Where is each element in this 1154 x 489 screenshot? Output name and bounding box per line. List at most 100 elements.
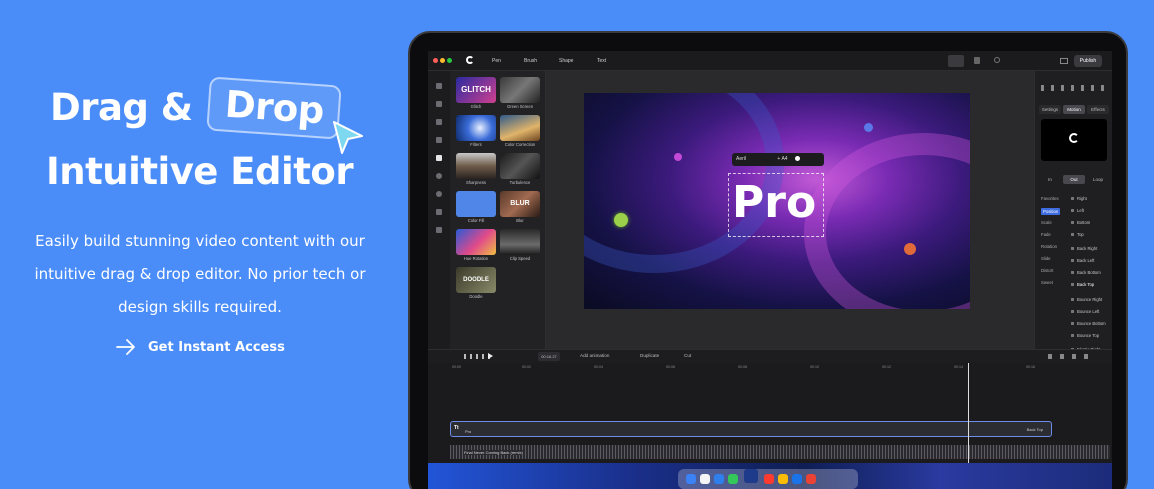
zoom-icon[interactable] — [994, 57, 1000, 63]
tab-loop[interactable]: Loop — [1087, 175, 1109, 184]
anim-bottom[interactable]: Bottom — [1071, 220, 1090, 225]
chrome-icon[interactable] — [700, 474, 710, 484]
messages-icon[interactable] — [728, 474, 738, 484]
timeline-controls: 00:16.27 Add animation Duplicate Cut — [428, 349, 1112, 363]
hero-description: Easily build stunning video content with… — [34, 232, 366, 316]
effect-thumb-filters[interactable] — [456, 115, 496, 141]
anim-bounce-right[interactable]: Bounce Right — [1071, 297, 1102, 302]
anim-back-top[interactable]: Back Top — [1071, 282, 1094, 287]
anim-bounce-bottom[interactable]: Bounce Bottom — [1071, 321, 1106, 326]
gmail-icon[interactable] — [806, 474, 816, 484]
text-clip[interactable]: Tt Pro Back Top — [450, 421, 1052, 437]
effect-label: Blur — [516, 218, 524, 223]
close-window-dot[interactable] — [433, 58, 438, 63]
effect-thumb-hue-rotation[interactable] — [456, 229, 496, 255]
photos-icon[interactable] — [778, 474, 788, 484]
get-instant-access-link[interactable]: Get Instant Access — [116, 339, 285, 355]
video-preview[interactable]: Aeril + A4 Pro — [584, 93, 970, 309]
anim-back-bottom[interactable]: Back Bottom — [1071, 270, 1101, 275]
templates-icon[interactable] — [436, 227, 442, 233]
text-clip-tag: Tt — [454, 425, 459, 431]
color-swatch-icon[interactable] — [794, 156, 800, 162]
anim-back-right[interactable]: Back Right — [1071, 246, 1097, 251]
youtube-icon[interactable] — [764, 474, 774, 484]
effects-library: GLITCH Glitch Green Screen Filters Color… — [450, 71, 546, 349]
editor-app-icon[interactable] — [744, 469, 758, 483]
tab-settings[interactable]: Settings — [1039, 105, 1061, 114]
filters-icon[interactable] — [436, 191, 442, 197]
font-name[interactable]: Aeril — [736, 156, 746, 162]
select-cursor-button[interactable] — [948, 55, 964, 67]
brush-tool[interactable]: Brush — [524, 58, 537, 64]
headline-line-2: Intuitive Editor — [46, 150, 354, 193]
overlay-text[interactable]: Pro — [732, 177, 816, 228]
align-icons[interactable] — [1041, 85, 1107, 91]
category-sweet[interactable]: Sweet — [1041, 280, 1053, 285]
preview-stage: Aeril + A4 Pro — [546, 71, 1034, 349]
effect-thumb-clip-speed[interactable] — [500, 229, 540, 255]
tab-out[interactable]: Out — [1063, 175, 1085, 184]
ruler-tick: 00:02 — [522, 365, 531, 369]
minimize-window-dot[interactable] — [440, 58, 445, 63]
anim-left[interactable]: Left — [1071, 208, 1084, 213]
mail-icon[interactable] — [714, 474, 724, 484]
category-position[interactable]: Position — [1041, 208, 1061, 215]
anim-bounce-left[interactable]: Bounce Left — [1071, 309, 1099, 314]
finder-icon[interactable] — [686, 474, 696, 484]
timeline-tool-icons[interactable] — [1048, 354, 1096, 359]
cta-label: Get Instant Access — [148, 339, 285, 355]
effect-thumb-green-screen[interactable] — [500, 77, 540, 103]
anim-back-left[interactable]: Back Left — [1071, 258, 1094, 263]
effects-star-icon[interactable] — [436, 155, 442, 161]
add-animation-button[interactable]: Add animation — [580, 353, 609, 358]
effect-thumb-color-fill[interactable] — [456, 191, 496, 217]
category-distort[interactable]: Distort — [1041, 268, 1053, 273]
duplicate-button[interactable]: Duplicate — [640, 353, 659, 358]
audio-waveform[interactable]: Final Never Coming Back (remix) — [450, 445, 1110, 459]
effect-label: Turbulence — [509, 180, 531, 185]
icon-rail — [428, 71, 450, 349]
effect-thumb-blur[interactable]: BLUR — [500, 191, 540, 217]
transition-icon[interactable] — [436, 137, 442, 143]
elements-icon[interactable] — [436, 173, 442, 179]
tab-effects[interactable]: Effects — [1087, 105, 1109, 114]
play-icon[interactable] — [488, 353, 493, 359]
text-format-toolbar[interactable]: Aeril + A4 — [732, 153, 824, 166]
layers-icon[interactable] — [436, 101, 442, 107]
anim-top[interactable]: Top — [1071, 232, 1084, 237]
effect-thumb-color-correction[interactable] — [500, 115, 540, 141]
tab-in[interactable]: In — [1039, 175, 1061, 184]
tab-motion[interactable]: Motion — [1063, 105, 1085, 114]
category-favorites[interactable]: Favorites — [1041, 196, 1059, 201]
effect-thumb-glitch[interactable]: GLITCH — [456, 77, 496, 103]
pen-tool[interactable]: Pen — [492, 58, 501, 64]
safari-icon[interactable] — [792, 474, 802, 484]
dock — [678, 469, 858, 489]
cut-button[interactable]: Cut — [684, 353, 691, 358]
anim-right[interactable]: Right — [1071, 196, 1087, 201]
category-fade[interactable]: Fade — [1041, 232, 1051, 237]
properties-panel: Settings Motion Effects In Out Loop Favo… — [1034, 71, 1112, 352]
font-size[interactable]: + A4 — [777, 156, 787, 162]
bubble-decoration — [864, 123, 873, 132]
category-rotation[interactable]: Rotation — [1041, 244, 1057, 249]
ruler-tick: 00:04 — [594, 365, 603, 369]
audio-icon[interactable] — [436, 119, 442, 125]
laptop-mockup: Pen Brush Shape Text Publish GLITCH Glit… — [408, 31, 1128, 489]
effect-thumb-turbulence[interactable] — [500, 153, 540, 179]
ruler-tick: 00:12 — [882, 365, 891, 369]
text-tool[interactable]: Text — [597, 58, 606, 64]
category-scale[interactable]: Scale — [1041, 220, 1052, 225]
anim-bounce-top[interactable]: Bounce Top — [1071, 333, 1099, 338]
share-icon[interactable] — [1060, 58, 1068, 64]
shape-tool[interactable]: Shape — [559, 58, 573, 64]
effect-thumb-doodle[interactable]: DOODLE — [456, 267, 496, 293]
playhead[interactable] — [968, 363, 969, 463]
publish-button[interactable]: Publish — [1074, 55, 1102, 67]
category-slide[interactable]: Slide — [1041, 256, 1051, 261]
media-icon[interactable] — [436, 83, 442, 89]
maximize-window-dot[interactable] — [447, 58, 452, 63]
effect-thumb-sharpness[interactable] — [456, 153, 496, 179]
hand-tool-icon[interactable] — [974, 57, 980, 64]
captions-icon[interactable] — [436, 209, 442, 215]
